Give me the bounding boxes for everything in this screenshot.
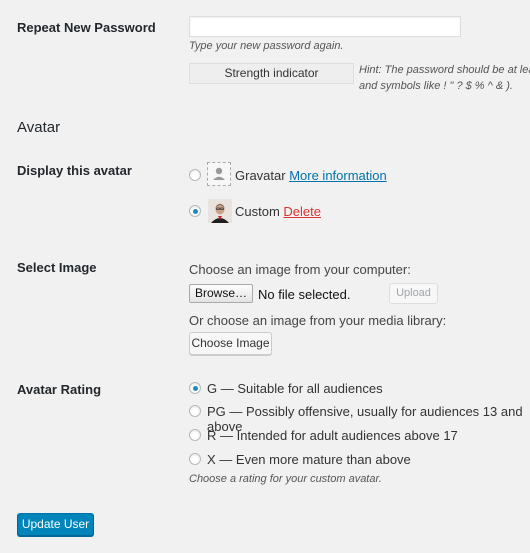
browse-button[interactable]: Browse… — [189, 284, 253, 303]
gravatar-placeholder-icon — [207, 162, 231, 186]
avatar-rating-label: Avatar Rating — [17, 382, 102, 397]
custom-avatar-image — [208, 199, 232, 223]
custom-option: Custom Delete — [235, 204, 321, 219]
custom-label: Custom — [235, 204, 280, 219]
rating-x-label: X — Even more mature than above — [207, 452, 411, 467]
avatar-section-title: Avatar — [17, 119, 61, 136]
upload-button[interactable]: Upload — [389, 283, 438, 304]
gravatar-option: Gravatar More information — [235, 168, 387, 183]
password-hint-line: Hint: The password should be at lea — [359, 64, 530, 76]
delete-avatar-link[interactable]: Delete — [283, 204, 321, 219]
media-library-prompt: Or choose an image from your media libra… — [189, 313, 447, 328]
rating-x-radio[interactable] — [189, 453, 201, 465]
rating-g-label: G — Suitable for all audiences — [207, 381, 383, 396]
repeat-password-label: Repeat New Password — [17, 20, 156, 35]
select-image-label: Select Image — [17, 260, 97, 275]
password-hint: Hint: The password should be at lea and … — [359, 62, 530, 94]
rating-g-radio[interactable] — [189, 382, 201, 394]
gravatar-label: Gravatar — [235, 168, 286, 183]
more-information-link[interactable]: More information — [289, 168, 387, 183]
rating-r-label: R — Intended for adult audiences above 1… — [207, 428, 458, 443]
computer-upload-prompt: Choose an image from your computer: — [189, 262, 411, 277]
rating-description: Choose a rating for your custom avatar. — [189, 473, 382, 485]
strength-indicator: Strength indicator — [189, 63, 354, 84]
repeat-password-description: Type your new password again. — [189, 40, 344, 52]
repeat-password-input[interactable] — [189, 16, 461, 37]
file-status: No file selected. — [258, 287, 351, 302]
update-user-button[interactable]: Update User — [17, 513, 94, 536]
custom-avatar-radio[interactable] — [189, 205, 201, 217]
choose-image-button[interactable]: Choose Image — [189, 332, 272, 355]
display-avatar-label: Display this avatar — [17, 163, 132, 178]
rating-pg-radio[interactable] — [189, 405, 201, 417]
gravatar-radio[interactable] — [189, 169, 201, 181]
password-hint-line: and symbols like ! " ? $ % ^ & ). — [359, 80, 513, 92]
rating-r-radio[interactable] — [189, 429, 201, 441]
